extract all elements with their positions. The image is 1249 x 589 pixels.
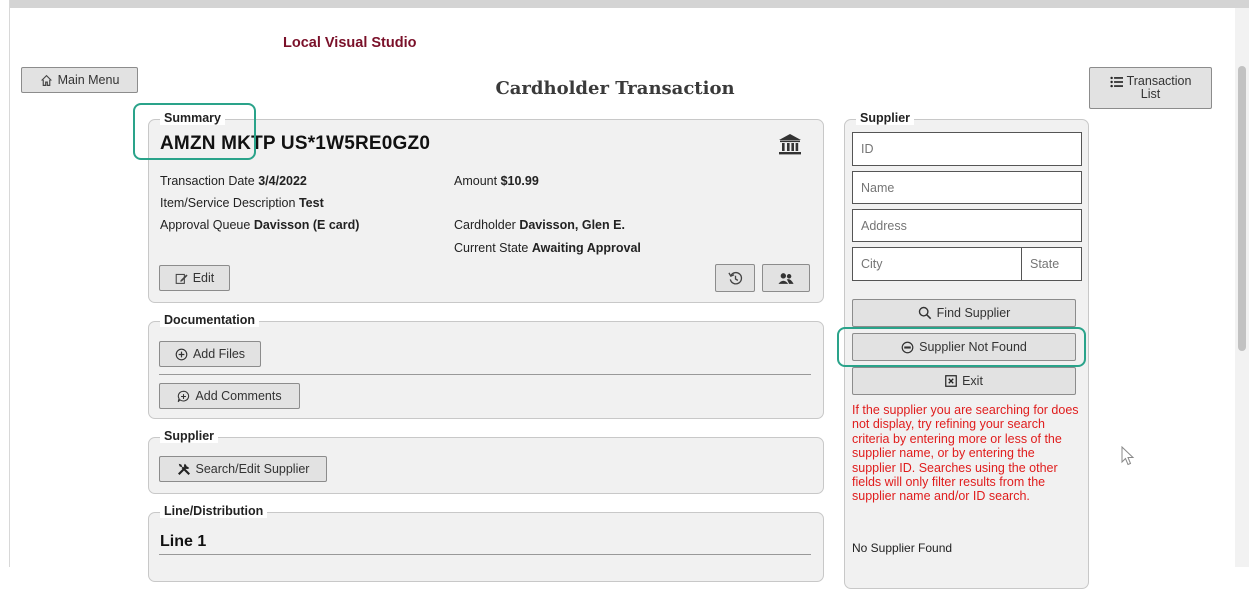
item-description-value: Test [298, 196, 324, 210]
history-button[interactable] [715, 264, 755, 292]
add-comments-button[interactable]: Add Comments [159, 383, 300, 409]
cardholder-value: Davisson, Glen E. [519, 218, 625, 232]
window-top-border [0, 0, 1249, 8]
add-files-button[interactable]: Add Files [159, 341, 261, 367]
history-icon [727, 271, 742, 284]
search-icon [918, 306, 931, 320]
plus-circle-icon [175, 348, 188, 360]
close-box-icon [945, 375, 957, 387]
supplier-section: Supplier Search/Edit Supplier [148, 429, 824, 494]
add-comments-label: Add Comments [195, 389, 282, 403]
transaction-date-value: 3/4/2022 [258, 174, 307, 188]
mouse-cursor-icon [1121, 446, 1135, 466]
main-menu-label: Main Menu [57, 73, 120, 87]
current-state-value: Awaiting Approval [531, 241, 641, 255]
amount-value: $10.99 [500, 174, 539, 188]
transaction-list-button[interactable]: Transaction List [1089, 67, 1212, 109]
scrollbar-thumb[interactable] [1238, 66, 1246, 351]
comment-icon [178, 390, 190, 402]
transaction-date-row: Transaction Date 3/4/2022 [160, 174, 307, 188]
vertical-scrollbar[interactable] [1235, 8, 1249, 567]
transaction-list-label-2: List [1140, 87, 1161, 101]
find-supplier-label: Find Supplier [936, 306, 1011, 320]
search-edit-supplier-label: Search/Edit Supplier [195, 462, 310, 476]
supplier-address-input[interactable] [852, 209, 1082, 242]
documentation-divider [159, 374, 811, 375]
cardholder-row: Cardholder Davisson, Glen E. [454, 218, 625, 232]
users-icon [778, 272, 794, 284]
supplier-id-input[interactable] [852, 132, 1082, 166]
edit-icon [175, 273, 188, 284]
approval-queue-value: Davisson (E card) [253, 218, 360, 232]
documentation-section: Documentation Add Files Add Comments [148, 313, 824, 419]
current-state-row: Current State Awaiting Approval [454, 241, 641, 255]
no-supplier-found: No Supplier Found [852, 541, 953, 555]
amount-row: Amount $10.99 [454, 174, 539, 188]
supplier-panel-legend: Supplier [856, 111, 915, 125]
home-icon [40, 74, 52, 86]
exit-label: Exit [962, 374, 983, 388]
find-supplier-button[interactable]: Find Supplier [852, 299, 1076, 327]
item-description-row: Item/Service Description Test [160, 196, 324, 210]
tools-icon [177, 463, 190, 475]
list-icon [1109, 76, 1123, 87]
app-title: Local Visual Studio [283, 35, 417, 51]
page-title: Cardholder Transaction [495, 78, 735, 99]
supplier-state-input[interactable] [1021, 247, 1082, 281]
documentation-legend: Documentation [160, 313, 259, 327]
edit-button[interactable]: Edit [159, 265, 230, 291]
supplier-name-input[interactable] [852, 171, 1082, 204]
supplier-section-legend: Supplier [160, 429, 219, 443]
edit-label: Edit [192, 271, 215, 285]
line-distribution-section: Line/Distribution Line 1 [148, 504, 824, 582]
bank-icon [779, 134, 801, 155]
line-title: Line 1 [160, 533, 207, 550]
approval-queue-row: Approval Queue Davisson (E card) [160, 218, 360, 232]
supplier-city-input[interactable] [852, 247, 1022, 281]
main-menu-button[interactable]: Main Menu [21, 67, 138, 93]
window-left-edge [0, 0, 10, 567]
line-distribution-legend: Line/Distribution [160, 504, 268, 518]
supplier-search-help: If the supplier you are searching for do… [852, 403, 1079, 504]
add-files-label: Add Files [192, 347, 246, 361]
users-button[interactable] [762, 264, 810, 292]
exit-button[interactable]: Exit [852, 367, 1076, 395]
summary-highlight-box [133, 103, 256, 160]
line-divider [159, 554, 811, 555]
search-edit-supplier-button[interactable]: Search/Edit Supplier [159, 456, 327, 482]
supplier-not-found-highlight-box [837, 327, 1086, 367]
